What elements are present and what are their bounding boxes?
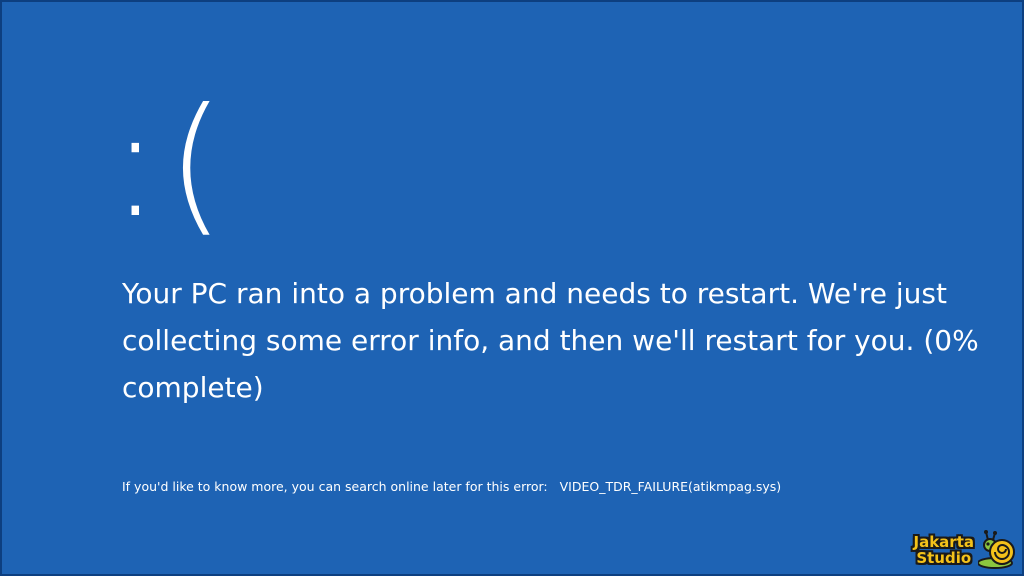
watermark-text: Jakarta Studio xyxy=(914,534,975,566)
more-info-text: If you'd like to know more, you can sear… xyxy=(122,479,548,494)
watermark: Jakarta Studio xyxy=(914,530,1017,570)
bsod-screen: :( Your PC ran into a problem and needs … xyxy=(0,0,1024,576)
snail-icon xyxy=(978,530,1015,569)
stop-code: VIDEO_TDR_FAILURE(atikmpag.sys) xyxy=(559,479,782,494)
sad-face-emoticon: :( xyxy=(110,77,232,251)
watermark-line-1: Jakarta xyxy=(913,533,975,551)
error-details: If you'd like to know more, you can sear… xyxy=(122,478,781,496)
watermark-line-2: Studio xyxy=(916,549,972,567)
error-message: Your PC ran into a problem and needs to … xyxy=(122,277,979,404)
